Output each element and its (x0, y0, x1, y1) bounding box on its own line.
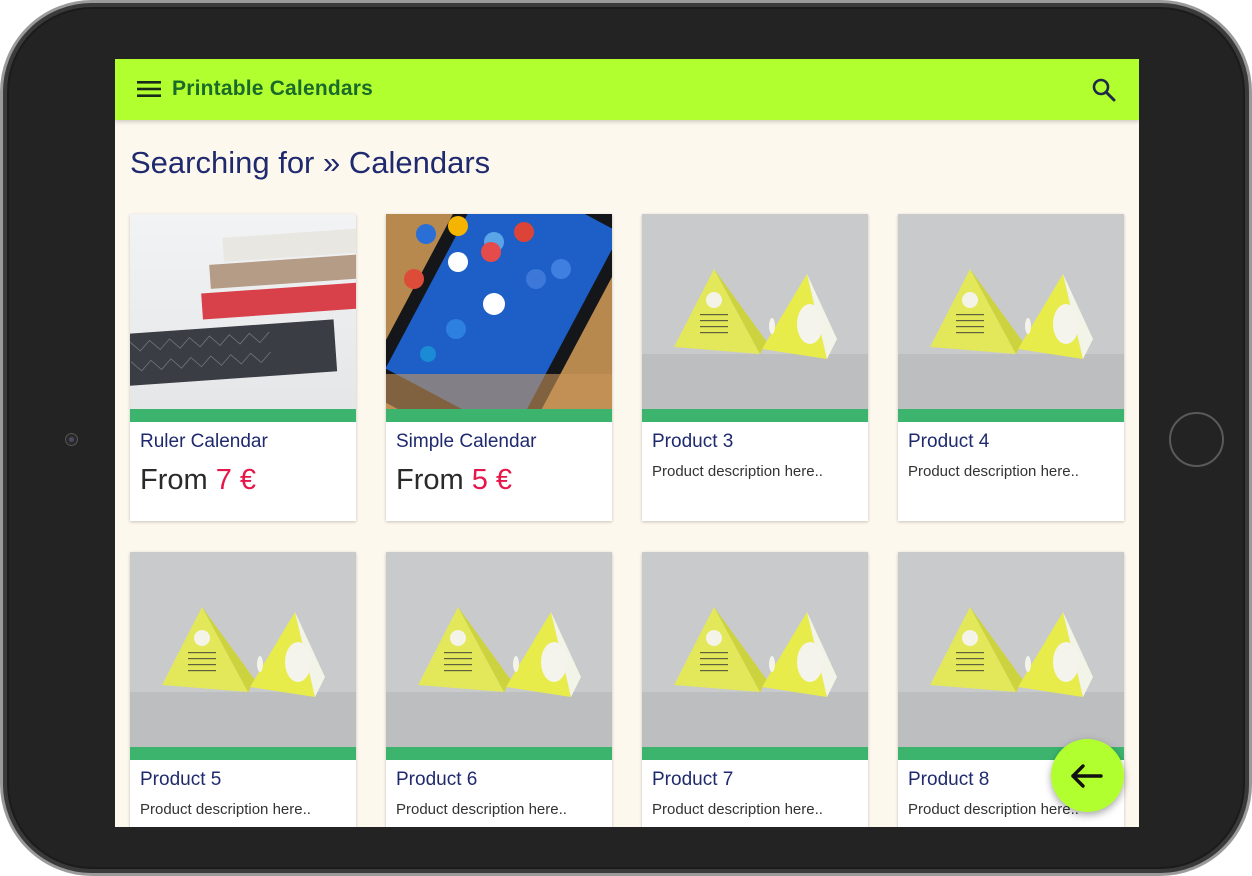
product-description: Product description here.. (908, 463, 1079, 480)
product-title: Product 4 (908, 431, 990, 452)
product-card[interactable]: Product 5 Product description here.. (130, 552, 356, 827)
product-price: From 5 € (396, 464, 512, 497)
product-description: Product description here.. (908, 801, 1079, 818)
card-stripe (642, 747, 868, 760)
search-icon[interactable] (1091, 77, 1117, 103)
product-description: Product description here.. (140, 801, 311, 818)
card-stripe (642, 409, 868, 422)
product-card[interactable]: Product 4 Product description here.. (898, 214, 1124, 521)
smartphone-photo (386, 214, 612, 409)
product-title: Ruler Calendar (140, 431, 268, 452)
pyramid-calendar-photo (130, 552, 356, 747)
product-card[interactable]: Product 6 Product description here.. (386, 552, 612, 827)
home-button[interactable] (1169, 412, 1224, 467)
pyramid-calendar-photo (642, 214, 868, 409)
front-camera (65, 433, 78, 446)
product-title: Product 3 (652, 431, 734, 452)
price-amount: 5 € (471, 464, 513, 496)
card-stripe (898, 409, 1124, 422)
card-stripe (130, 747, 356, 760)
product-title: Product 8 (908, 769, 990, 790)
back-fab-button[interactable] (1051, 739, 1124, 812)
price-prefix: From (140, 464, 208, 496)
product-card[interactable]: Ruler Calendar From 7 € (130, 214, 356, 521)
product-description: Product description here.. (652, 801, 823, 818)
pyramid-calendar-photo (386, 552, 612, 747)
app-title: Printable Calendars (172, 77, 374, 100)
product-title: Product 5 (140, 769, 222, 790)
product-title: Product 7 (652, 769, 734, 790)
price-prefix: From (396, 464, 464, 496)
product-description: Product description here.. (652, 463, 823, 480)
card-stripe (386, 747, 612, 760)
pyramid-calendar-photo (898, 552, 1124, 747)
pyramid-calendar-photo (642, 552, 868, 747)
product-title: Simple Calendar (396, 431, 537, 452)
card-stripe (130, 409, 356, 422)
app-bar: Printable Calendars (115, 59, 1139, 120)
search-heading: Searching for » Calendars (130, 145, 491, 180)
arrow-left-icon (1071, 764, 1103, 788)
pyramid-calendar-photo (898, 214, 1124, 409)
product-description: Product description here.. (396, 801, 567, 818)
product-card[interactable]: Product 3 Product description here.. (642, 214, 868, 521)
product-card[interactable]: Product 7 Product description here.. (642, 552, 868, 827)
card-stripe (386, 409, 612, 422)
product-card[interactable]: Simple Calendar From 5 € (386, 214, 612, 521)
product-title: Product 6 (396, 769, 478, 790)
tablet-frame: Printable Calendars Searching for » Cale… (0, 0, 1252, 876)
app-screen: Printable Calendars Searching for » Cale… (115, 59, 1139, 827)
price-amount: 7 € (215, 464, 257, 496)
menu-icon[interactable] (137, 79, 161, 99)
product-price: From 7 € (140, 464, 256, 497)
ruler-calendar-photo (130, 214, 356, 409)
